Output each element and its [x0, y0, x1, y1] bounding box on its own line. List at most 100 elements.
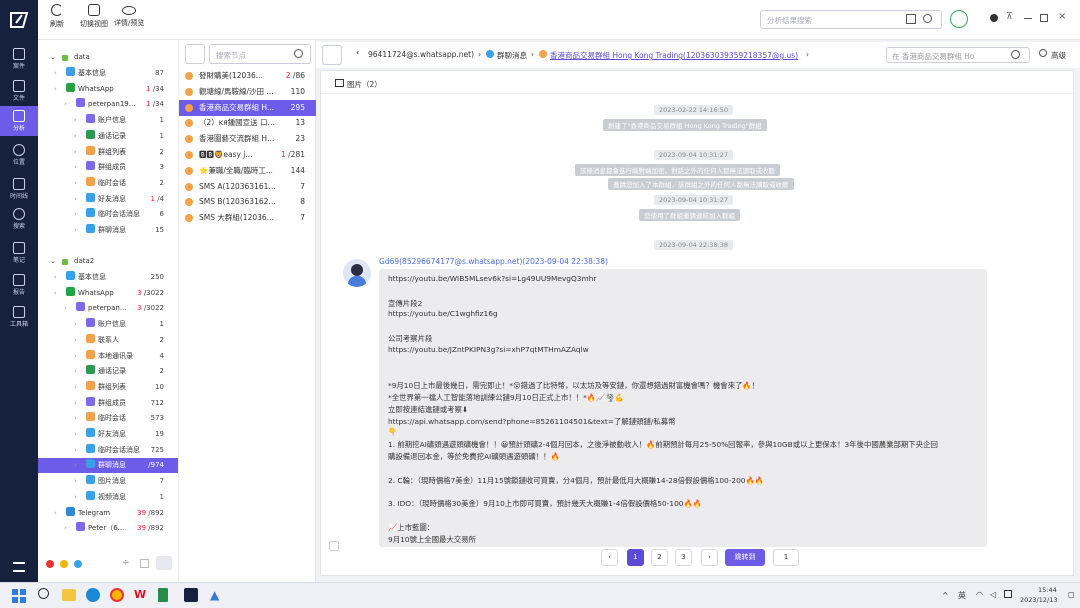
jump-page-input[interactable]: 1: [773, 549, 799, 566]
branch-icon[interactable]: [322, 45, 342, 65]
tree-item[interactable]: › 好友消息 19: [38, 427, 178, 442]
details-preview-button[interactable]: 详情/预览: [114, 4, 144, 28]
tree-item[interactable]: › 群聊消息 15: [38, 223, 178, 238]
grid-view-icon[interactable]: [140, 559, 149, 568]
tree-item[interactable]: › peterpan19... 1 /34: [38, 97, 178, 112]
message-line[interactable]: https://youtu.be/C1wghfiz16g: [388, 309, 498, 318]
message-sender[interactable]: Gd69(85296674177@s.whatsapp.net)(2023-09…: [379, 257, 608, 266]
chrome-icon[interactable]: [110, 588, 124, 602]
tree-item[interactable]: › 通话记录 2: [38, 364, 178, 379]
tree-item[interactable]: › 好友消息 1 /4: [38, 192, 178, 207]
next-page-button[interactable]: ›: [701, 549, 718, 566]
advanced-button[interactable]: 高级: [1051, 50, 1066, 61]
tree-item[interactable]: › WhatsApp 3 /3022: [38, 286, 178, 301]
thread-item[interactable]: SMS B(12036316257... 8: [179, 194, 317, 210]
split-icon[interactable]: ÷: [122, 558, 130, 568]
tree-item[interactable]: › 通话记录 1: [38, 129, 178, 144]
search-icon[interactable]: [294, 49, 303, 58]
clock-time[interactable]: 15:44: [1038, 586, 1057, 594]
close-icon[interactable]: ×: [1058, 11, 1066, 22]
forensic-app-icon[interactable]: [184, 588, 198, 602]
yellow-dot-icon[interactable]: [60, 560, 68, 568]
thread-item[interactable]: 🌟兼職/全職/臨時工... 144: [179, 163, 317, 179]
notification-icon[interactable]: ◻: [1068, 590, 1075, 599]
tree-item[interactable]: › 群组列表 10: [38, 380, 178, 395]
menu-button[interactable]: [0, 558, 38, 578]
clock-date[interactable]: 2023/12/13: [1020, 596, 1057, 604]
node-search-input[interactable]: 搜索节点: [209, 44, 311, 64]
message-line[interactable]: https://youtu.be/JZntPKIPN3g?si=xhP7qtMT…: [388, 345, 589, 354]
thread-item[interactable]: SMS 大群組(1203631... 7: [179, 210, 317, 226]
tree-item[interactable]: › Peter（6... 39 /892: [38, 521, 178, 536]
breadcrumb-current[interactable]: 香港商品交易群組 Hong Kong Trading(1203630393592…: [550, 50, 798, 61]
send-icon[interactable]: [950, 10, 968, 28]
tree-item[interactable]: › 账户信息 1: [38, 113, 178, 128]
taskbar-search-icon[interactable]: [38, 588, 49, 599]
select-checkbox[interactable]: [329, 541, 339, 551]
tree-item[interactable]: › 基本信息 250: [38, 270, 178, 285]
tree-item[interactable]: › 临时会话 2: [38, 176, 178, 191]
tray-chevron-icon[interactable]: ^: [942, 591, 948, 600]
tree-item[interactable]: › 基本信息 87: [38, 66, 178, 81]
rail-location[interactable]: 位置: [0, 140, 38, 170]
file-explorer-icon[interactable]: [62, 589, 76, 601]
wps-icon[interactable]: W: [134, 588, 146, 601]
thread-search-input[interactable]: 在 香港商品交易群組 Ho: [886, 47, 1030, 63]
thread-item[interactable]: 香港圖藝交流群組 Ho... 23: [179, 131, 317, 147]
thread-item[interactable]: 香港商品交易群組 H... 295: [179, 99, 317, 116]
tree-item[interactable]: › 本地通讯录 4: [38, 349, 178, 364]
rail-files[interactable]: 文件: [0, 76, 38, 106]
photos-icon[interactable]: ▲: [210, 588, 219, 602]
user-icon[interactable]: [990, 14, 998, 22]
red-dot-icon[interactable]: [46, 560, 54, 568]
back-chevron-icon[interactable]: ‹: [356, 48, 359, 57]
page-3[interactable]: 3: [675, 549, 692, 566]
ime-indicator[interactable]: 英: [958, 590, 966, 601]
minimize-icon[interactable]: [1024, 18, 1032, 19]
rail-search[interactable]: 搜索: [0, 204, 38, 234]
message-line[interactable]: https://youtu.be/WIB5MLsev6k?si=Lg49UU9M…: [388, 274, 596, 283]
tree-item[interactable]: › 视频消息 1: [38, 490, 178, 505]
prev-page-button[interactable]: ‹: [601, 549, 618, 566]
tree-item[interactable]: › 临时会话 573: [38, 411, 178, 426]
switch-view-button[interactable]: 切换视图: [80, 4, 108, 29]
maximize-icon[interactable]: [1040, 14, 1048, 22]
tree-root[interactable]: ⌄ data2: [38, 254, 178, 269]
calendar-icon[interactable]: [906, 14, 916, 24]
rail-timeline[interactable]: 时间线: [0, 174, 38, 204]
tree-item[interactable]: › WhatsApp 1 /34: [38, 82, 178, 97]
tree-item[interactable]: › 临时会话消息 6: [38, 207, 178, 222]
global-search-input[interactable]: 分析结果搜索: [760, 10, 942, 29]
thread-item[interactable]: SMS A(12036316107... 7: [179, 179, 317, 195]
thread-item[interactable]: 觀塘線/馬鞍線/沙田 ... 110: [179, 84, 317, 100]
tree-item[interactable]: › 图片消息 7: [38, 474, 178, 489]
rail-toolbox[interactable]: 工具箱: [0, 302, 38, 332]
tree-item[interactable]: › Telegram 39 /892: [38, 506, 178, 521]
page-2[interactable]: 2: [651, 549, 668, 566]
battery-icon[interactable]: [1004, 590, 1012, 598]
rail-case[interactable]: 案件: [0, 44, 38, 74]
windows-start-icon[interactable]: [12, 589, 26, 603]
volume-icon[interactable]: ◁: [990, 590, 996, 599]
breadcrumb-item[interactable]: 96411724@s.whatsapp.net): [368, 50, 474, 59]
tree-item[interactable]: › 群组成员 712: [38, 396, 178, 411]
notepad-icon[interactable]: [158, 588, 168, 602]
jump-button[interactable]: 跳转到: [725, 549, 765, 566]
edge-icon[interactable]: [86, 588, 100, 602]
tree-item[interactable]: › 群聊消息/974: [38, 458, 178, 474]
pin-icon[interactable]: ⊼: [1006, 12, 1013, 22]
message-line[interactable]: https://api.whatsapp.com/send?phone=8526…: [388, 416, 676, 427]
tree-item[interactable]: › peterpan... 3 /3022: [38, 301, 178, 316]
tree-item[interactable]: › 临时会话消息 725: [38, 443, 178, 458]
sort-icon[interactable]: [185, 44, 205, 64]
search-icon[interactable]: [1011, 50, 1020, 59]
search-icon[interactable]: [923, 14, 932, 23]
images-tab[interactable]: 图片（2）: [347, 79, 382, 90]
tree-item[interactable]: › 联系人 2: [38, 333, 178, 348]
list-view-icon[interactable]: [156, 556, 172, 570]
tree-item[interactable]: › 群组成员 3: [38, 160, 178, 175]
wifi-icon[interactable]: ◠: [976, 590, 983, 599]
refresh-button[interactable]: 刷新: [50, 4, 64, 29]
tree-item[interactable]: › 账户信息 1: [38, 317, 178, 332]
blue-dot-icon[interactable]: [74, 560, 82, 568]
